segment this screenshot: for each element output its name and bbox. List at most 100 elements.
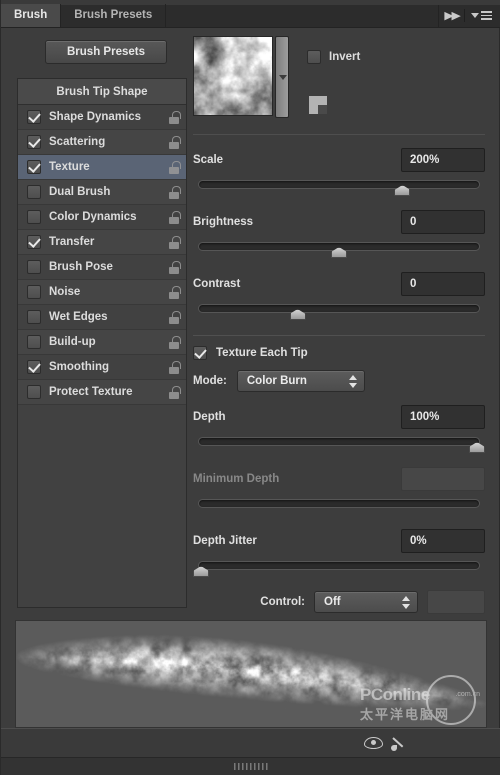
option-checkbox[interactable] <box>27 135 41 149</box>
brush-option-color-dynamics[interactable]: Color Dynamics <box>18 205 186 230</box>
eye-icon[interactable] <box>364 737 383 749</box>
option-label: Protect Texture <box>49 386 133 398</box>
brush-option-texture[interactable]: Texture <box>18 155 186 180</box>
brush-option-smoothing[interactable]: Smoothing <box>18 355 186 380</box>
option-checkbox[interactable] <box>27 260 41 274</box>
panel-status-bar <box>1 728 500 757</box>
brush-option-protect-texture[interactable]: Protect Texture <box>18 380 186 405</box>
option-label: Transfer <box>49 236 95 248</box>
unlocked-icon[interactable] <box>168 185 181 199</box>
texture-swatch[interactable] <box>193 36 273 116</box>
resize-grip[interactable] <box>234 763 268 770</box>
new-texture-icon[interactable] <box>309 96 327 114</box>
unlocked-icon[interactable] <box>168 160 181 174</box>
divider <box>464 9 465 22</box>
mode-selected-value: Color Burn <box>246 375 307 387</box>
option-checkbox[interactable] <box>27 335 41 349</box>
invert-checkbox[interactable] <box>307 50 321 64</box>
contrast-input[interactable]: 0 <box>401 272 485 296</box>
option-checkbox[interactable] <box>27 310 41 324</box>
scale-input[interactable]: 200% <box>401 148 485 172</box>
brush-panel: Brush Brush Presets ▶▶ Brush Presets Bru… <box>0 0 500 775</box>
tab-brush[interactable]: Brush <box>1 4 62 27</box>
contrast-slider[interactable] <box>193 303 485 321</box>
option-checkbox[interactable] <box>27 185 41 199</box>
brush-option-dual-brush[interactable]: Dual Brush <box>18 180 186 205</box>
invert-checkbox-row[interactable]: Invert <box>307 50 360 64</box>
unlocked-icon[interactable] <box>168 235 181 249</box>
option-label: Wet Edges <box>49 311 108 323</box>
unlocked-icon[interactable] <box>168 310 181 324</box>
option-checkbox[interactable] <box>27 210 41 224</box>
slider-track <box>198 437 480 446</box>
brush-presets-button[interactable]: Brush Presets <box>45 40 167 64</box>
slider-track <box>198 304 480 313</box>
brush-option-wet-edges[interactable]: Wet Edges <box>18 305 186 330</box>
scale-control: Scale 200% <box>193 147 485 197</box>
brush-options-rows: Shape Dynamics Scattering Texture Dual Brus… <box>18 105 186 405</box>
control-select[interactable]: Off <box>314 591 418 613</box>
tab-bar-spacer <box>166 4 440 27</box>
slider-track <box>198 499 480 508</box>
unlocked-icon[interactable] <box>168 385 181 399</box>
collapse-icon[interactable]: ▶▶ <box>444 9 460 22</box>
option-checkbox[interactable] <box>27 285 41 299</box>
depth-label: Depth <box>193 411 226 423</box>
scale-label: Scale <box>193 154 224 166</box>
brush-option-brush-pose[interactable]: Brush Pose <box>18 255 186 280</box>
brush-options-list: Brush Tip Shape Shape Dynamics Scattering… <box>17 78 187 608</box>
option-label: Build-up <box>49 336 96 348</box>
panel-resize-bar[interactable] <box>1 757 500 775</box>
texture-options-pane: Invert Scale 200% Brightness 0 Contrast … <box>193 36 485 614</box>
option-checkbox[interactable] <box>27 360 41 374</box>
option-checkbox[interactable] <box>27 110 41 124</box>
control-selected-value: Off <box>324 596 341 608</box>
unlocked-icon[interactable] <box>168 360 181 374</box>
option-checkbox[interactable] <box>27 235 41 249</box>
texture-each-tip-label: Texture Each Tip <box>216 347 308 359</box>
option-label: Brush Pose <box>49 261 113 273</box>
option-label: Scattering <box>49 136 106 148</box>
texture-each-tip-checkbox[interactable] <box>193 346 207 360</box>
option-checkbox[interactable] <box>27 160 41 174</box>
unlocked-icon[interactable] <box>168 335 181 349</box>
minimum-depth-slider <box>193 498 485 516</box>
panel-menu-icon[interactable] <box>471 11 492 20</box>
texture-each-tip-row[interactable]: Texture Each Tip <box>193 346 485 360</box>
option-label: Texture <box>49 161 90 173</box>
invert-label: Invert <box>329 51 361 63</box>
unlocked-icon[interactable] <box>168 135 181 149</box>
depth-jitter-slider[interactable] <box>193 560 485 578</box>
depth-jitter-input[interactable]: 0% <box>401 529 485 553</box>
brush-stroke-preview: PConline .com.cn 太平洋电脑网 <box>15 620 487 728</box>
mode-select[interactable]: Color Burn <box>236 370 365 392</box>
option-label: Noise <box>49 286 81 298</box>
depth-jitter-control: Depth Jitter 0% <box>193 528 485 578</box>
contrast-control: Contrast 0 <box>193 271 485 321</box>
depth-slider[interactable] <box>193 436 485 454</box>
tab-brush-presets[interactable]: Brush Presets <box>61 4 167 27</box>
scale-slider[interactable] <box>193 179 485 197</box>
brush-option-transfer[interactable]: Transfer <box>18 230 186 255</box>
brightness-input[interactable]: 0 <box>401 210 485 234</box>
brush-option-scattering[interactable]: Scattering <box>18 130 186 155</box>
brush-icon[interactable] <box>391 735 409 751</box>
brush-option-build-up[interactable]: Build-up <box>18 330 186 355</box>
option-checkbox[interactable] <box>27 385 41 399</box>
unlocked-icon[interactable] <box>168 285 181 299</box>
slider-track <box>198 180 480 189</box>
brush-option-shape-dynamics[interactable]: Shape Dynamics <box>18 105 186 130</box>
brush-tip-shape-header[interactable]: Brush Tip Shape <box>18 79 186 105</box>
minimum-depth-input <box>401 467 485 491</box>
brightness-slider[interactable] <box>193 241 485 259</box>
depth-jitter-label: Depth Jitter <box>193 535 257 547</box>
contrast-label: Contrast <box>193 278 241 290</box>
option-label: Color Dynamics <box>49 211 137 223</box>
depth-input[interactable]: 100% <box>401 405 485 429</box>
texture-picker-chevron-down-icon[interactable] <box>275 36 289 118</box>
unlocked-icon[interactable] <box>168 210 181 224</box>
section-divider <box>193 134 485 135</box>
unlocked-icon[interactable] <box>168 110 181 124</box>
unlocked-icon[interactable] <box>168 260 181 274</box>
brush-option-noise[interactable]: Noise <box>18 280 186 305</box>
